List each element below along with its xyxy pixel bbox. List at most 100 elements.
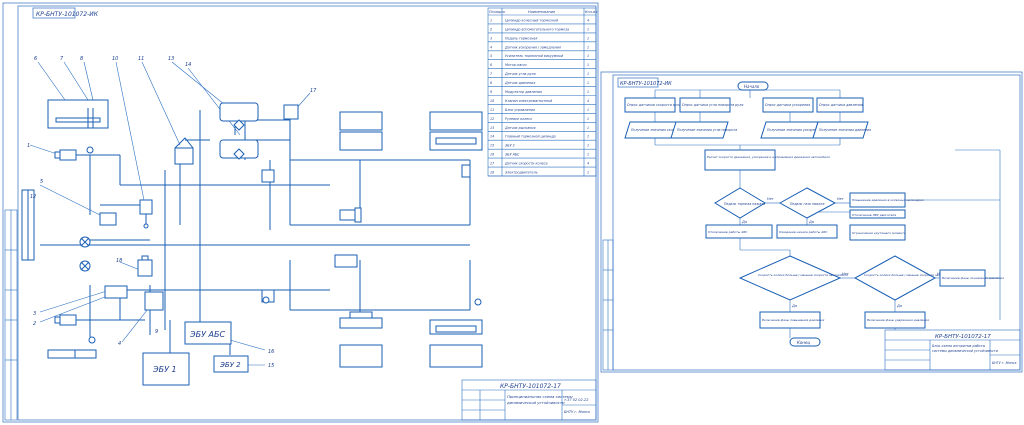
callout-2: 2 — [33, 321, 36, 327]
yes-label-1: Да — [741, 220, 747, 224]
left-title-line2: динамической устойчивости — [506, 400, 565, 405]
left-title-line1: Принципиальная схема системы — [507, 394, 573, 399]
ecu-2-label: ЭБУ 2 — [219, 361, 241, 369]
spec-cell-qty: 1 — [587, 170, 589, 174]
spec-cell-pos: 11 — [490, 108, 494, 112]
callout-1: 1 — [27, 143, 30, 149]
spec-cell-name: Педаль тормозная — [505, 36, 537, 40]
right-title-line1: Блок-схема алгоритма работы — [932, 344, 986, 348]
callout-5: 5 — [40, 179, 43, 185]
spec-cell-name: Модулятор давления — [505, 90, 542, 94]
wheel-strip-bottom — [47, 349, 97, 359]
wheel-assembly-lower-far-right — [429, 319, 483, 368]
drawing-canvas: КР-БНТУ-101072-ИК Позиция Наименование К… — [2, 2, 1023, 423]
spec-cell-name: Мотор-насос — [505, 63, 527, 67]
spec-header-pos: Позиция — [489, 10, 505, 14]
accel-sensor — [144, 291, 164, 311]
action-text-4: Ожидание начала работы АБС — [779, 230, 828, 234]
left-title-block: КР-БНТУ-101072-17 Принципиальная схема с… — [461, 379, 597, 421]
callout-4: 4 — [118, 341, 121, 347]
left-binding-strip — [4, 209, 18, 421]
spec-cell-pos: 8 — [490, 81, 492, 85]
yaw-sensor — [283, 104, 299, 120]
spec-cell-name: Клапан электромагнитный — [505, 99, 553, 103]
spec-cell-qty: 4 — [587, 162, 589, 166]
spec-header-name: Наименование — [528, 10, 555, 14]
spec-cell-pos: 16 — [490, 153, 494, 157]
wheel-assembly-lower-right — [334, 254, 383, 368]
action-text-1: Повышение давления в колесных цилиндрах — [852, 198, 924, 202]
callout-11: 11 — [138, 56, 144, 62]
yes-label-2: Да — [808, 220, 814, 224]
no-label-3: Нет — [842, 272, 850, 276]
spec-cell-name: Датчик скорости колеса — [504, 162, 547, 166]
spec-cell-qty: 4 — [587, 18, 589, 22]
spec-cell-qty: 1 — [587, 81, 589, 85]
spec-cell-pos: 5 — [490, 54, 492, 58]
brake-booster — [99, 212, 117, 226]
spec-cell-pos: 9 — [490, 90, 492, 94]
spec-cell-name: Цилиндр вспомогательного тормоза — [505, 27, 569, 31]
spec-cell-pos: 12 — [490, 117, 494, 121]
spec-cell-pos: 10 — [490, 99, 494, 103]
data-text-3: Получение значения ускорения — [767, 128, 821, 132]
spec-cell-pos: 13 — [490, 126, 494, 130]
action-text-2: Отключение ЭБУ двигателя — [852, 213, 896, 217]
callout-18: 18 — [116, 258, 122, 264]
spec-cell-name: Датчик угла руля — [504, 72, 536, 76]
spec-cell-qty: 1 — [587, 117, 589, 121]
calc-box — [704, 149, 776, 171]
right-sheet: КР-БНТУ-101072-ИК Начало Конец Опрос дат… — [600, 71, 1023, 373]
spec-cell-pos: 6 — [490, 63, 492, 67]
spec-cell-pos: 15 — [490, 144, 494, 148]
callout-12: 12 — [30, 194, 36, 200]
spec-cell-qty: 1 — [587, 72, 589, 76]
yes-label-3: Да — [791, 304, 797, 308]
action-text-7: Включение фазы повышения давления — [762, 318, 825, 322]
solenoid-valve-lower — [137, 255, 153, 277]
action-text-8: Включение фазы удержания давления — [867, 318, 929, 322]
pump-motor — [104, 285, 128, 299]
spec-cell-name: Рулевое колесо — [505, 117, 532, 121]
wheel-speed-sensor-icons — [79, 236, 91, 272]
spec-cell-pos: 18 — [490, 170, 494, 174]
callout-7: 7 — [60, 56, 64, 62]
decision-wheel-speed-2 — [853, 255, 937, 301]
spec-cell-name: Датчик ускорения / замедления — [504, 45, 561, 49]
decision-wheel-speed-1 — [738, 255, 842, 301]
spec-cell-name: Цилиндр колесный тормозной — [505, 18, 559, 22]
left-stamp-code: КР-БНТУ-101072-ИК — [36, 11, 99, 18]
spec-cell-qty: 1 — [587, 126, 589, 130]
wheel-assembly-upper-far-right — [429, 111, 483, 178]
callout-10: 10 — [112, 56, 118, 62]
decision-2-text: Педаль газа нажата — [790, 202, 824, 206]
action-text-6: Включение фазы понижения давления — [942, 276, 1004, 280]
right-title-org: БНТУ г. Минск — [992, 361, 1017, 365]
ecu-1-label: ЭБУ 1 — [152, 365, 177, 374]
valve-block-middle — [261, 169, 275, 303]
left-title-org: БНТУ г. Минск — [564, 410, 591, 414]
callout-8: 8 — [80, 56, 83, 62]
spec-cell-qty: 1 — [587, 144, 589, 148]
right-stamp-code: КР-БНТУ-101072-ИК — [620, 81, 672, 87]
spec-cell-pos: 14 — [490, 135, 494, 139]
callout-3: 3 — [33, 311, 36, 317]
no-label-2: Нет — [837, 197, 845, 201]
spec-cell-qty: 1 — [587, 135, 589, 139]
left-title-code: КР-БНТУ-101072-17 — [500, 383, 561, 390]
left-title-group: т.37 02 02-22 — [564, 398, 589, 402]
callout-6: 6 — [34, 56, 37, 62]
spec-cell-qty: 1 — [587, 45, 589, 49]
spec-cell-name: ЭБУ АБС — [504, 153, 520, 157]
spec-cell-qty: 1 — [587, 63, 589, 67]
callout-16: 16 — [268, 349, 274, 355]
solenoid-valve-upper — [139, 199, 153, 229]
spec-cell-qty: 1 — [587, 153, 589, 157]
no-label-1: Нет — [767, 197, 775, 201]
spec-cell-qty: 1 — [587, 27, 589, 31]
spec-cell-qty: 1 — [587, 90, 589, 94]
input-text-4: Опрос датчика давления — [819, 103, 863, 107]
yes-label-4: Да — [896, 304, 902, 308]
input-text-1: Опрос датчиков скорости колес — [627, 103, 683, 107]
callout-14: 14 — [185, 62, 191, 68]
